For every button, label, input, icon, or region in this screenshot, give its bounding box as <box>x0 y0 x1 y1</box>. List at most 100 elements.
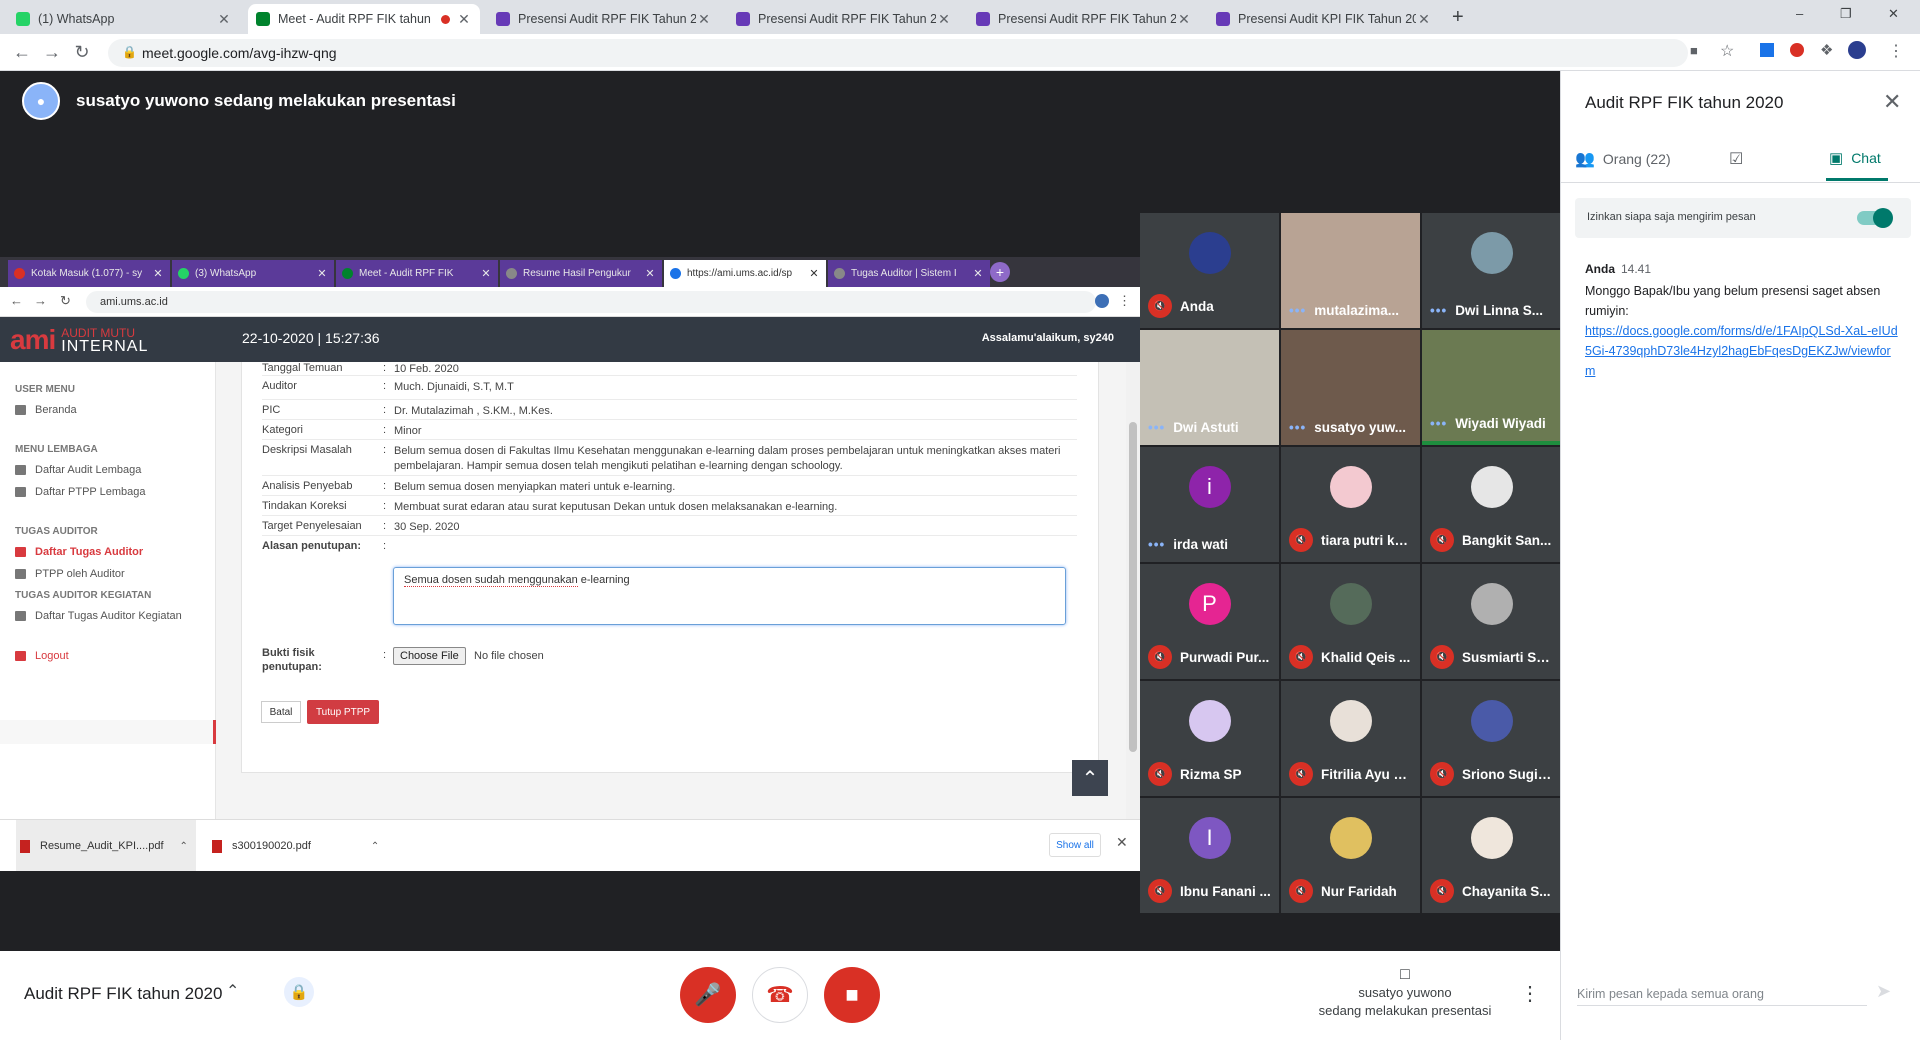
forward-icon[interactable]: → <box>40 42 64 63</box>
tutup-ptpp-button[interactable]: Tutup PTPP <box>307 700 379 724</box>
close-tab-icon[interactable]: ✕ <box>696 11 712 28</box>
more-options-icon[interactable]: ⋮ <box>1520 981 1540 1006</box>
profile-avatar[interactable] <box>1848 41 1866 59</box>
participant-avatar <box>1329 583 1372 625</box>
participant-tile[interactable]: 🔇 Fitrilia Ayu N... <box>1281 681 1420 796</box>
restore-icon[interactable]: ❐ <box>1840 6 1852 22</box>
download-item[interactable]: Resume_Audit_KPI....pdf ⌃ <box>16 820 196 871</box>
tab-activities[interactable]: ☑ <box>1729 149 1743 169</box>
close-tab-icon[interactable]: ✕ <box>1176 11 1192 28</box>
participant-tile[interactable]: ••• mutalazima... <box>1281 213 1420 328</box>
leave-call-button[interactable]: ☎ <box>752 967 808 1023</box>
close-tab-icon[interactable]: ✕ <box>1416 11 1432 28</box>
menu-icon[interactable]: ⋮ <box>1888 41 1904 61</box>
list-icon <box>15 611 26 621</box>
tab-favicon-icon <box>256 12 270 26</box>
extension-icon[interactable] <box>1790 43 1804 57</box>
participant-tile[interactable]: 🔇 Anda <box>1140 213 1279 328</box>
send-icon[interactable]: ➤ <box>1876 981 1891 1002</box>
list-icon <box>15 487 26 497</box>
tab-people[interactable]: 👥 Orang (22) <box>1575 149 1671 169</box>
participant-name-row: ••• susatyo yuw... <box>1289 420 1414 435</box>
participant-tile[interactable]: ••• susatyo yuw... <box>1281 330 1420 445</box>
scroll-to-top-button[interactable]: ⌃ <box>1072 760 1108 796</box>
address-bar: ← → ↻ 🔒 meet.google.com/avg-ihzw-qng ■ ☆… <box>0 34 1920 71</box>
close-window-icon[interactable]: ✕ <box>1888 6 1899 22</box>
extension-icon[interactable] <box>1760 43 1774 57</box>
browser-tab[interactable]: Presensi Audit RPF FIK Tahun 202 ✕ <box>968 4 1200 34</box>
url-field[interactable]: 🔒 meet.google.com/avg-ihzw-qng <box>108 39 1688 67</box>
download-item[interactable]: s300190020.pdf ⌃ <box>212 826 392 866</box>
participant-tile[interactable]: i ••• irda wati <box>1140 447 1279 562</box>
menu-item-beranda[interactable]: Beranda <box>15 404 77 416</box>
mic-off-icon: 🔇 <box>1148 879 1172 903</box>
tab-chat[interactable]: ▣ Chat <box>1829 149 1881 167</box>
close-icon[interactable]: ✕ <box>1116 834 1128 851</box>
browser-tab[interactable]: Presensi Audit RPF FIK Tahun 202 ✕ <box>488 4 720 34</box>
participant-tile[interactable]: 🔇 Nur Faridah <box>1281 798 1420 913</box>
menu-item-daftar-audit[interactable]: Daftar Audit Lembaga <box>15 464 141 476</box>
participant-tile[interactable]: ••• Wiyadi Wiyadi <box>1422 330 1561 445</box>
bookmark-star-icon[interactable]: ☆ <box>1720 41 1734 61</box>
mic-off-icon: 🔇 <box>1430 645 1454 669</box>
shared-scrollbar <box>1126 362 1140 819</box>
browser-tab[interactable]: Meet - Audit RPF FIK tahun 2 ✕ <box>248 4 480 34</box>
menu-item-daftar-tugas[interactable]: Daftar Tugas Auditor <box>15 546 143 558</box>
menu-item-daftar-kegiatan[interactable]: Daftar Tugas Auditor Kegiatan <box>15 610 182 622</box>
mic-off-icon: 🔇 <box>1148 294 1172 318</box>
participant-name: Dwi Linna S... <box>1455 303 1543 318</box>
menu-item-logout[interactable]: Logout <box>15 650 69 662</box>
presenting-info[interactable]: □ susatyo yuwono sedang melakukan presen… <box>1310 966 1500 1020</box>
show-all-button[interactable]: Show all <box>1049 833 1101 857</box>
close-tab-icon[interactable]: ✕ <box>456 11 472 28</box>
minimize-icon[interactable]: – <box>1796 6 1803 21</box>
header-datetime: 22-10-2020 | 15:27:36 <box>242 330 380 346</box>
chat-icon: ▣ <box>1829 150 1844 167</box>
shared-tab: Tugas Auditor | Sistem I ✕ <box>828 260 990 287</box>
meeting-name[interactable]: Audit RPF FIK tahun 2020 <box>24 984 222 1004</box>
tab-favicon-icon <box>1216 12 1230 26</box>
participant-tile[interactable]: 🔇 Susmiarti Su... <box>1422 564 1561 679</box>
alasan-textarea[interactable]: Semua dosen sudah menggunakan e-learning <box>393 567 1066 625</box>
batal-button[interactable]: Batal <box>261 701 301 723</box>
allow-chat-toggle[interactable] <box>1857 208 1893 228</box>
participant-tile[interactable]: 🔇 Chayanita S... <box>1422 798 1561 913</box>
pdf-icon <box>20 839 30 853</box>
participant-tile[interactable]: 🔇 Khalid Qeis ... <box>1281 564 1420 679</box>
participant-name: Dwi Astuti <box>1173 420 1239 435</box>
close-tab-icon[interactable]: ✕ <box>936 11 952 28</box>
close-icon[interactable]: ✕ <box>1883 89 1901 115</box>
browser-tab[interactable]: Presensi Audit KPI FIK Tahun 202 ✕ <box>1208 4 1440 34</box>
participant-name-row: 🔇 Rizma SP <box>1148 762 1273 786</box>
participant-tile[interactable]: 🔇 tiara putri ku... <box>1281 447 1420 562</box>
ptpp-form-card: Tanggal Temuan:10 Feb. 2020 Auditor: Much… <box>241 362 1099 773</box>
message-link[interactable]: https://docs.google.com/forms/d/e/1FAIpQ… <box>1585 321 1901 381</box>
participant-tile[interactable]: P 🔇 Purwadi Pur... <box>1140 564 1279 679</box>
browser-tab[interactable]: (1) WhatsApp ✕ <box>8 4 240 34</box>
new-tab-icon[interactable]: + <box>1452 6 1464 29</box>
participant-tile[interactable]: ••• Dwi Linna S... <box>1422 213 1561 328</box>
participant-tile[interactable]: ••• Dwi Astuti <box>1140 330 1279 445</box>
participant-name: Chayanita S... <box>1462 883 1551 899</box>
chevron-up-icon[interactable]: ⌃ <box>226 981 239 1001</box>
participant-tile[interactable]: 🔇 Rizma SP <box>1140 681 1279 796</box>
document-icon <box>15 465 26 475</box>
participant-tile[interactable]: I 🔇 Ibnu Fanani ... <box>1140 798 1279 913</box>
participant-avatar <box>1470 583 1513 625</box>
puzzle-icon[interactable]: ❖ <box>1820 41 1833 59</box>
host-controls-icon[interactable]: 🔒 <box>284 977 314 1007</box>
browser-tab[interactable]: Presensi Audit RPF FIK Tahun 202 ✕ <box>728 4 960 34</box>
choose-file-button[interactable]: Choose File <box>393 647 466 665</box>
close-tab-icon[interactable]: ✕ <box>216 11 232 28</box>
menu-item-ptpp-oleh[interactable]: PTPP oleh Auditor <box>15 568 125 580</box>
camera-icon[interactable]: ■ <box>1690 43 1698 58</box>
back-icon[interactable]: ← <box>10 42 34 63</box>
participant-tile[interactable]: 🔇 Sriono Sugia... <box>1422 681 1561 796</box>
chat-input[interactable]: Kirim pesan kepada semua orang <box>1577 987 1867 1006</box>
reload-icon[interactable]: ↻ <box>70 42 94 63</box>
camera-off-button[interactable]: ■ <box>824 967 880 1023</box>
menu-item-daftar-ptpp[interactable]: Daftar PTPP Lembaga <box>15 486 145 498</box>
participant-tile[interactable]: 🔇 Bangkit San... <box>1422 447 1561 562</box>
mic-off-button[interactable]: 🎤 <box>680 967 736 1023</box>
header-greeting: Assalamu'alaikum, sy240 <box>981 332 1114 344</box>
